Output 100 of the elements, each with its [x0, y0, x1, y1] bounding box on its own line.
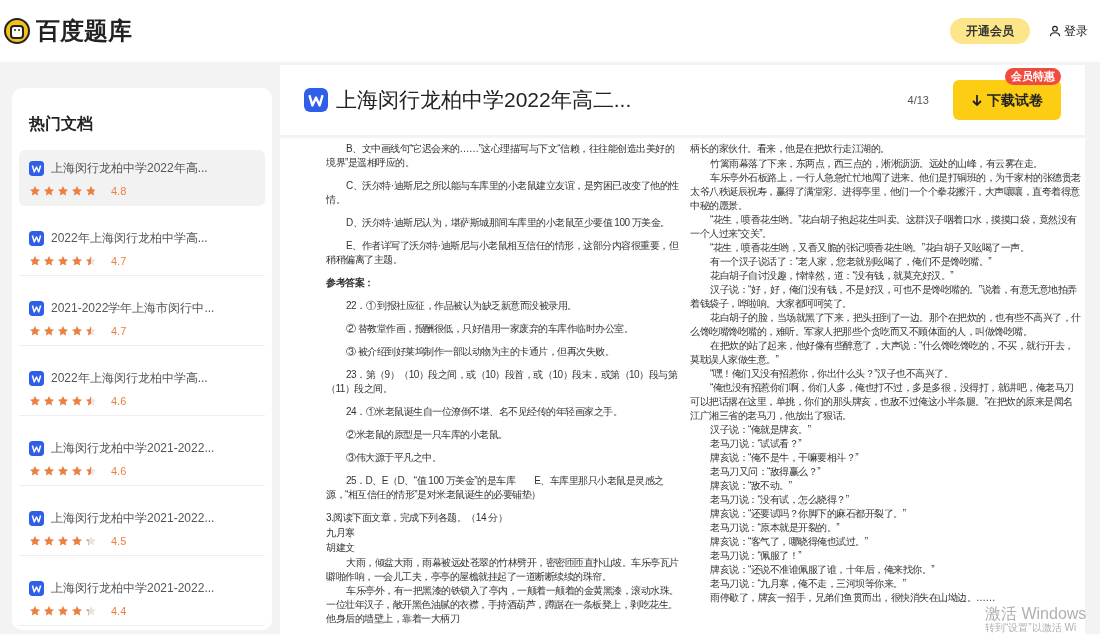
- word-document-icon: [29, 230, 44, 246]
- star-icon: [57, 535, 69, 548]
- rating-value: 4.4: [111, 604, 127, 619]
- document-paragraph: 柄长的家伙什。看来，他是在把炊行走江湖的。: [690, 142, 890, 156]
- document-paragraph: 车乐亭外，有一把黑漆的铁锁入了亭内，一颠着一颠着的金黄黑漆，滚动水珠。一位壮年汉子，敞开黑色油腻的衣襟，手持酒葫芦，蹲踞在一条板凳上，剥吃花生。他身后的墙壁上，靠着一大柄刀: [326, 584, 680, 626]
- document-title: 2022年上海闵行龙柏中学高...: [51, 230, 208, 247]
- star-icon: [29, 535, 41, 548]
- document-paragraph: 花白胡子的脸，当场就黑了下来，把头扭到了一边。那个在把炊的，也有些不高兴了，什么馋吃嘴馋吃嘴的，难听。军家人把那些个贪吃而又不顾体面的人，叫做馋吃嘴。: [690, 311, 1082, 339]
- document-paragraph: 老马刀说：“试试看？”: [709, 437, 802, 451]
- star-icon: [43, 465, 55, 478]
- word-document-icon: [29, 370, 44, 386]
- document-paragraph: “嘿！俺们又没有招惹你，你出什么头？”汉子也不高兴了。: [709, 367, 954, 381]
- document-paragraph: “花生，喷香花生哟。”花白胡子抱起花生叫卖。这群汉子咽着口水，摸摸口袋，竟然没有一个人过来“交关”。: [690, 213, 1078, 241]
- document-list-item[interactable]: 上海闵行龙柏中学2022年高... 4.8: [19, 150, 265, 206]
- document-title: 上海闵行龙柏中学2021-2022...: [51, 510, 215, 527]
- star-icon: [29, 465, 41, 478]
- star-icon: [29, 325, 41, 338]
- document-paragraph: 汉子说：“俺就是牌亥。”: [709, 423, 811, 437]
- star-icon: [43, 185, 55, 198]
- vip-button[interactable]: 开通会员: [950, 18, 1030, 44]
- star-icon: [71, 325, 83, 338]
- document-paragraph: 牌亥说：“敌不动。”: [709, 479, 792, 493]
- star-icon: [57, 255, 69, 268]
- document-paragraph: 牌亥说：“还说不准谁佩服了谁，十年后，俺来找你。”: [709, 563, 935, 577]
- document-paragraph: 23．第（9）（10）段之间，或（10）段首，或（10）段末，或第（10）段与第（11）段之间。: [326, 368, 679, 396]
- document-paragraph: 车乐亭外石板路上，一行人急急忙忙地闯了进来。他们是打铜班的，为千家村的张德贵老太爷八秩诞辰祝寿，赢得了满堂彩。进得亭里，他们一个个拳花擦汗，大声嚷嚷，直夸着得意中秘的愿景。: [690, 171, 1082, 213]
- star-icon: [57, 325, 69, 338]
- document-paragraph: 24．①米老鼠诞生自一位潦倒不堪、名不见经传的年轻画家之手。: [345, 405, 623, 419]
- document-paragraph: 25．D、E（D、“值 100 万美金”的是车库 E、车库里那只小老鼠是灵感之源，“相互信任的情形”是对米老鼠诞生的必要铺垫）: [326, 474, 665, 502]
- promo-badge: 会员特惠: [1005, 68, 1061, 85]
- star-icon: [85, 325, 97, 338]
- star-icon: [85, 185, 97, 198]
- document-paragraph: ② 替教堂作画，报酬很低，只好借用一家废弃的车库作临时办公室。: [345, 322, 634, 336]
- document-paragraph: ③伟大源于平凡之中。: [345, 451, 441, 465]
- document-paragraph: 牌亥说：“俺不是牛，干嘛要相斗？”: [709, 451, 859, 465]
- document-title: 2021-2022学年上海市闵行中...: [51, 300, 215, 317]
- word-document-icon: [304, 88, 328, 112]
- document-paragraph: 老马刀说：“原本就是开裂的。”: [709, 521, 840, 535]
- activation-notice-text: 转到“设置”以激活 Wi: [985, 622, 1078, 634]
- document-paragraph: D、沃尔特·迪斯尼认为，堪萨斯城那间车库里的小老鼠至少要值 100 万美金。: [345, 216, 670, 230]
- star-icon: [43, 605, 55, 618]
- document-title: 2022年上海闵行龙柏中学高...: [51, 370, 208, 387]
- star-icon: [29, 185, 41, 198]
- document-paragraph: 竹篱雨幕落了下来，东两点，西三点的，淅淅沥沥。远处的山峰，有云雾在走。: [709, 157, 1043, 171]
- word-document-icon: [29, 300, 44, 316]
- star-icon: [43, 395, 55, 408]
- star-icon: [71, 535, 83, 548]
- document-paragraph: 3.阅读下面文章，完成下列各题。（14 分）: [326, 511, 508, 525]
- document-paragraph: B、文中画线句“它迟会来的……”这心理描写与下文“信赖，往往能创造出美好的境界”是遥相呼应的。: [326, 142, 676, 170]
- rating-value: 4.7: [111, 324, 127, 339]
- star-icon: [85, 605, 97, 618]
- document-paragraph: 汉子说：“好，好，俺们没有钱，不是好汉，可也不是馋吃嘴的。”说着，有意无意地拍弄着钱袋子，哗啦响。大家都呵呵笑了。: [690, 283, 1078, 311]
- star-icon: [43, 325, 55, 338]
- sidebar-title: 热门文档: [29, 114, 94, 134]
- star-icon: [85, 465, 97, 478]
- word-document-icon: [29, 160, 44, 176]
- document-paragraph: ③ 被介绍到好莱坞制作一部以动物为主的卡通片，但再次失败。: [345, 345, 615, 359]
- activation-notice-title: 激活 Windows: [985, 606, 1087, 622]
- star-icon: [57, 605, 69, 618]
- document-paragraph: “俺也没有招惹你们啊，你们人多，俺也打不过，多是多很，没得打，就讲吧，俺老马刀可以把话撂在这里，单挑，你们的那头牌亥，也敌不过俺这小半条腿。”在把炊的原来是闻名江广湘三省的老马刀，他放出了狠话。: [690, 381, 1075, 423]
- document-title: 上海闵行龙柏中学2022年高...: [51, 160, 208, 177]
- rating-value: 4.8: [111, 184, 127, 199]
- document-paragraph: 牌亥说：“还要试吗？你脚下的麻石都开裂了。”: [709, 507, 906, 521]
- rating-value: 4.6: [111, 464, 127, 479]
- star-icon: [43, 535, 55, 548]
- document-paragraph: 九月寒: [326, 526, 355, 540]
- document-paragraph: 老马刀说：“九月寒，俺不走，三河坝等你来。”: [709, 577, 906, 591]
- star-icon: [29, 255, 41, 268]
- document-paragraph: 有一个汉子说话了：“老人家，您老就别吆喝了，俺们不是馋吃嘴。”: [709, 255, 992, 269]
- star-icon: [71, 605, 83, 618]
- rating-value: 4.6: [111, 394, 127, 409]
- user-icon: [1048, 24, 1062, 38]
- star-icon: [57, 185, 69, 198]
- document-title: 上海闵行龙柏中学2022年高二...: [336, 87, 632, 114]
- star-icon: [71, 255, 83, 268]
- word-document-icon: [29, 440, 44, 456]
- document-paragraph: 牌亥说：“客气了，哪晓得俺也试过。”: [709, 535, 868, 549]
- document-paragraph: 胡建文: [326, 541, 355, 555]
- document-paragraph: 老马刀说：“佩服了！”: [709, 549, 802, 563]
- document-paragraph: 花白胡子自讨没趣，悻悻然，道：“没有钱，就莫充好汉。”: [709, 269, 954, 283]
- star-icon: [71, 395, 83, 408]
- star-icon: [57, 465, 69, 478]
- login-button[interactable]: 登录: [1048, 22, 1088, 40]
- site-name: 百度题库: [36, 16, 132, 46]
- star-icon: [71, 465, 83, 478]
- document-paragraph: 在把炊的站了起来，他好像有些醉意了，大声说：“什么馋吃馋吃的，不买，就行开去，莫耽误人家做生意。”: [690, 339, 1075, 367]
- download-arrow-icon: [971, 94, 983, 106]
- star-icon: [29, 605, 41, 618]
- star-icon: [57, 395, 69, 408]
- rating-value: 4.7: [111, 254, 127, 269]
- star-icon: [85, 535, 97, 548]
- document-paragraph: 雨停歇了，牌亥一招手，兄弟们鱼贯而出，很快消失在山坳边。……: [709, 591, 995, 605]
- page-counter: 4/13: [907, 92, 929, 108]
- document-paragraph: 老马刀又问：“敌得赢么？”: [709, 465, 821, 479]
- word-document-icon: [29, 580, 44, 596]
- document-paragraph: 22．① 到报社应征，作品被认为缺乏新意而没被录用。: [345, 299, 577, 313]
- document-paragraph: C、沃尔特·迪斯尼之所以能与车库里的小老鼠建立友谊，是穷困已改变了他的性情。: [326, 179, 680, 207]
- document-paragraph: “花生，喷香花生哟，又香又脆的张记喷香花生哟。”花白胡子又吆喝了一声。: [709, 241, 1030, 255]
- section-heading: 参考答案：: [326, 276, 374, 290]
- logo-icon: [4, 18, 30, 44]
